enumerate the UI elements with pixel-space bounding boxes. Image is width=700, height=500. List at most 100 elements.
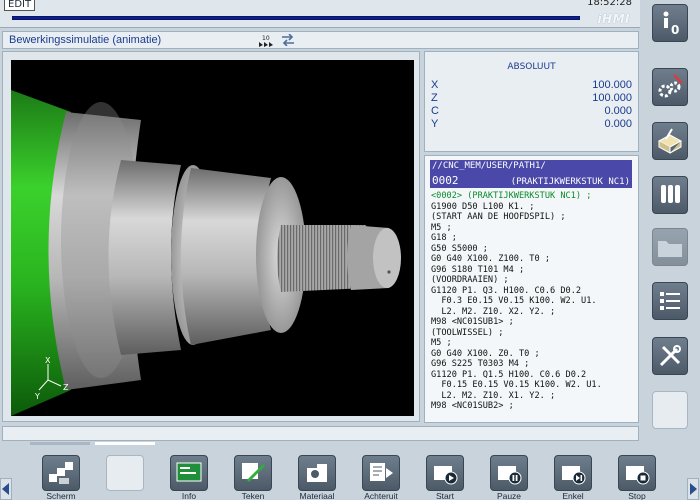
program-line[interactable]: G96 S225 T0303 M4 ; bbox=[431, 359, 637, 370]
softkey-start[interactable] bbox=[426, 455, 464, 491]
message-line bbox=[2, 426, 639, 441]
program-line[interactable]: G18 ; bbox=[431, 233, 637, 244]
tools-key[interactable] bbox=[652, 176, 688, 214]
program-line[interactable]: <0002> (PRAKTIJKWERKSTUK NC1) ; bbox=[431, 191, 637, 202]
softkey-label-teken: Teken bbox=[241, 491, 265, 500]
softkey-achteruit[interactable] bbox=[362, 455, 400, 491]
program-line[interactable]: (VOORDRAAIEN) ; bbox=[431, 275, 637, 286]
program-line[interactable]: M5 ; bbox=[431, 223, 637, 234]
softkey-next-button[interactable] bbox=[687, 478, 699, 500]
program-line[interactable]: G1120 P1. Q1.5 H100. C0.6 D0.2 bbox=[431, 370, 637, 381]
info-key[interactable]: 0 bbox=[652, 4, 688, 42]
softkey-label-info: Info bbox=[181, 491, 197, 500]
axis-label-y: Y bbox=[34, 392, 40, 400]
softkey-info[interactable] bbox=[170, 455, 208, 491]
folder-icon bbox=[658, 241, 682, 257]
softkey-pauze[interactable] bbox=[490, 455, 528, 491]
softkey-teken[interactable] bbox=[234, 455, 272, 491]
page-indicator-inactive bbox=[30, 442, 90, 445]
softkey-label-scherm: Scherm bbox=[46, 491, 76, 500]
page-indicator-active bbox=[95, 442, 155, 445]
empty-side-key[interactable] bbox=[652, 391, 688, 429]
program-line[interactable]: F0.15 E0.15 V0.15 K100. W2. U1. bbox=[431, 380, 637, 391]
page-title: Bewerkingssimulatie (animatie) bbox=[9, 34, 162, 46]
chevron-left-icon bbox=[2, 483, 9, 495]
program-name: (PRAKTIJKWERKSTUK NC1) bbox=[510, 177, 630, 187]
softkey-label-materiaal: Materiaal bbox=[299, 491, 335, 500]
axis-row-c: C 0.000 bbox=[431, 105, 632, 117]
clock: 18:52:28 bbox=[587, 0, 632, 8]
program-line[interactable]: L2. M2. Z10. X1. Y2. ; bbox=[431, 391, 637, 402]
settings-gears-icon bbox=[658, 74, 683, 98]
program-line[interactable]: G0 G40 X100. Z100. T0 ; bbox=[431, 254, 637, 265]
program-line[interactable]: M5 ; bbox=[431, 338, 637, 349]
workpiece-key[interactable] bbox=[652, 122, 688, 160]
speed-icon[interactable]: 10 bbox=[258, 33, 274, 47]
screen-layout-icon bbox=[49, 462, 73, 484]
axis-row-x: X 100.000 bbox=[431, 79, 632, 91]
program-line[interactable]: G1900 D50 L100 K1. ; bbox=[431, 202, 637, 213]
mode-indicator: EDIT bbox=[4, 0, 36, 11]
list-icon bbox=[660, 292, 680, 310]
program-line[interactable]: G0 G40 X100. Z0. T0 ; bbox=[431, 349, 637, 360]
softkey-materiaal[interactable] bbox=[298, 455, 336, 491]
softkey-label-pauze: Pauze bbox=[496, 491, 522, 500]
wrench-icon bbox=[659, 345, 681, 367]
program-line[interactable]: G50 S5000 ; bbox=[431, 244, 637, 255]
axis-indicator: X Z Y bbox=[33, 356, 83, 403]
axis-row-y: Y 0.000 bbox=[431, 118, 632, 130]
simulation-viewport[interactable]: X Z Y bbox=[11, 60, 414, 416]
play-icon bbox=[434, 466, 458, 485]
position-title: ABSOLUUT bbox=[507, 62, 556, 72]
info-icon: 0 bbox=[663, 11, 679, 36]
program-line[interactable]: L2. M2. Z10. X2. Y2. ; bbox=[431, 307, 637, 318]
screen-title-bar: Bewerkingssimulatie (animatie) 10 bbox=[2, 31, 639, 49]
program-line[interactable]: F0.3 E0.15 V0.15 K100. W2. U1. bbox=[431, 296, 637, 307]
program-line[interactable]: G1120 P1. Q3. H100. C0.6 D0.2 bbox=[431, 286, 637, 297]
program-line[interactable]: M98 <NC01SUB2> ; bbox=[431, 401, 637, 412]
softkey-enkel[interactable] bbox=[554, 455, 592, 491]
settings-key[interactable] bbox=[652, 68, 688, 106]
softkey-prev-button[interactable] bbox=[0, 478, 12, 500]
program-line[interactable]: (TOOLWISSEL) ; bbox=[431, 328, 637, 339]
softkey-empty[interactable] bbox=[106, 455, 144, 491]
single-step-icon bbox=[562, 466, 586, 485]
brand-logo: iHMI bbox=[597, 12, 630, 26]
program-number: 0002 bbox=[432, 174, 459, 187]
vertical-softkey-bar: 0 bbox=[642, 0, 700, 440]
chevron-right-icon bbox=[690, 483, 697, 495]
svg-text:10: 10 bbox=[262, 35, 270, 42]
status-progress-bar bbox=[12, 16, 580, 20]
stop-icon bbox=[626, 466, 650, 485]
axis-label-z: Z bbox=[63, 383, 69, 392]
axis-label-x: X bbox=[45, 356, 51, 365]
program-line[interactable]: G96 S180 T101 M4 ; bbox=[431, 265, 637, 276]
program-header: //CNC_MEM/USER/PATH1/ 0002 (PRAKTIJKWERK… bbox=[430, 160, 632, 188]
material-icon bbox=[307, 464, 327, 482]
maintenance-key[interactable] bbox=[652, 337, 688, 375]
position-panel: ABSOLUUT X 100.000 Z 100.000 C 0.000 Y 0.000 bbox=[424, 51, 639, 152]
svg-text:0: 0 bbox=[671, 23, 679, 36]
simulation-panel: X Z Y bbox=[2, 51, 420, 422]
folder-key[interactable] bbox=[652, 228, 688, 266]
pause-icon bbox=[498, 466, 522, 485]
program-panel[interactable]: //CNC_MEM/USER/PATH1/ 0002 (PRAKTIJKWERK… bbox=[424, 155, 639, 423]
softkey-label-enkel: Enkel bbox=[562, 491, 584, 500]
softkey-label-achteruit: Achteruit bbox=[364, 491, 398, 500]
status-bar: EDIT 18:52:28 iHMI bbox=[0, 0, 640, 28]
workpiece-icon bbox=[657, 128, 683, 154]
axis-row-z: Z 100.000 bbox=[431, 92, 632, 104]
softkey-label-stop: Stop bbox=[628, 491, 646, 500]
softkey-scherm[interactable] bbox=[42, 455, 80, 491]
softkey-stop[interactable] bbox=[618, 455, 656, 491]
program-lines: <0002> (PRAKTIJKWERKSTUK NC1) ; G1900 D50… bbox=[431, 191, 637, 412]
info-screen-icon bbox=[176, 462, 202, 482]
tools-icon bbox=[661, 185, 680, 203]
program-line[interactable]: M98 <NC01SUB1> ; bbox=[431, 317, 637, 328]
list-key[interactable] bbox=[652, 282, 688, 320]
program-line[interactable]: (START AAN DE HOOFDSPIL) ; bbox=[431, 212, 637, 223]
draw-icon bbox=[242, 463, 265, 482]
softkey-label-start: Start bbox=[436, 491, 454, 500]
swap-arrows-icon[interactable] bbox=[280, 33, 296, 47]
rewind-icon bbox=[370, 463, 393, 481]
